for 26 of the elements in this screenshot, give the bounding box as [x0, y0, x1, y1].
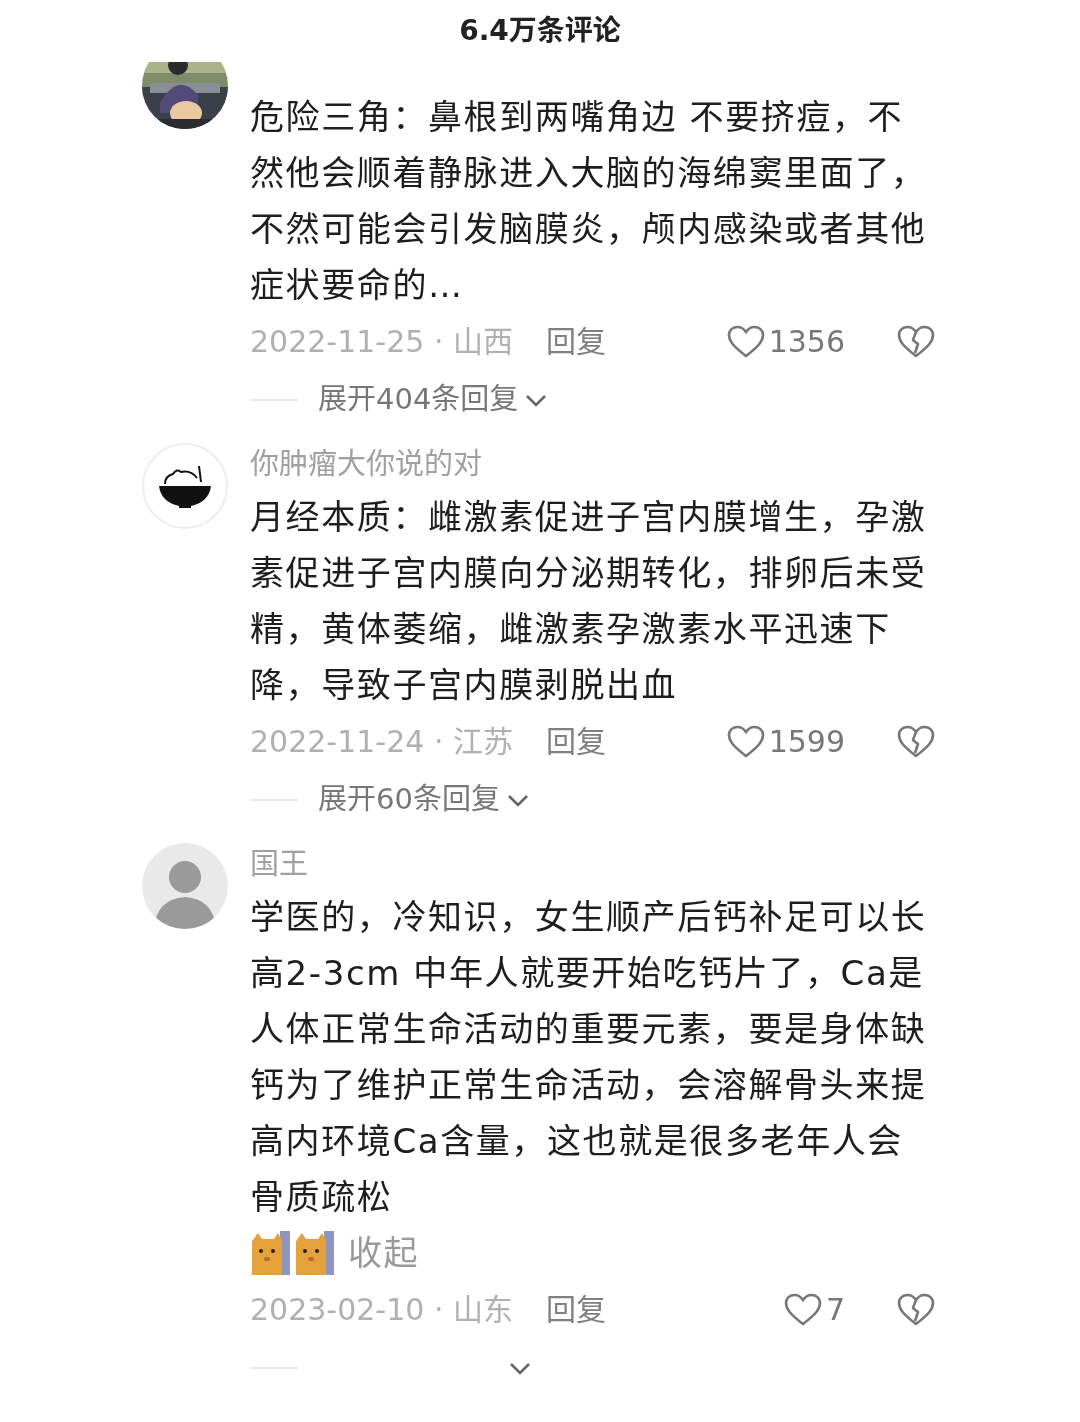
- cat-emoji-icon: [294, 1231, 334, 1275]
- reply-button[interactable]: 回复: [546, 718, 606, 764]
- expand-replies-link[interactable]: 展开404条回复: [318, 378, 519, 422]
- comment-text: 学医的，冷知识，女生顺产后钙补足可以长高2-3cm 中年人就要开始吃钙片了，Ca是人体正常生命活动的重要元素，要是身体缺钙为了维护正常生命活动，会溶解骨头来提高内环境Ca含量，这也就是很多老年人会骨质疏松: [250, 896, 928, 1219]
- heart-icon[interactable]: [783, 1291, 822, 1327]
- comment-date: 2022-11-24 · 江苏: [250, 722, 514, 761]
- like-count: 1356: [768, 322, 845, 361]
- like-count: 7: [825, 1290, 845, 1329]
- comment-date: 2022-11-25 · 山西: [250, 322, 514, 361]
- comment-count-title: 6.4万条评论: [459, 14, 621, 47]
- comment-text: 危险三角：鼻根到两嘴角边 不要挤痘，不然他会顺着静脉进入大脑的海绵窦里面了，不然可能会引发脑膜炎，颅内感染或者其他症状要命的…: [250, 96, 928, 307]
- like-count: 1599: [768, 722, 845, 761]
- username[interactable]: 国王: [250, 847, 308, 881]
- expand-replies-link[interactable]: 展开60条回复: [318, 778, 500, 822]
- heart-icon[interactable]: [726, 723, 765, 759]
- heart-icon[interactable]: [726, 323, 765, 359]
- reply-button[interactable]: 回复: [546, 1286, 606, 1332]
- reply-button[interactable]: 回复: [546, 318, 606, 364]
- broken-heart-icon[interactable]: [897, 723, 935, 759]
- comment-date: 2023-02-10 · 山东: [250, 1290, 514, 1329]
- comment-text: 月经本质：雌激素促进子宫内膜增生，孕激素促进子宫内膜向分泌期转化，排卵后未受精，黄体萎缩，雌激素孕激素水平迅速下降，导致子宫内膜剥脱出血: [250, 496, 928, 707]
- broken-heart-icon[interactable]: [897, 1291, 935, 1327]
- username[interactable]: 你肿瘤大你说的对: [250, 447, 482, 481]
- collapse-link[interactable]: 收起: [348, 1225, 420, 1281]
- cat-emoji-icon: [250, 1231, 290, 1275]
- broken-heart-icon[interactable]: [897, 323, 935, 359]
